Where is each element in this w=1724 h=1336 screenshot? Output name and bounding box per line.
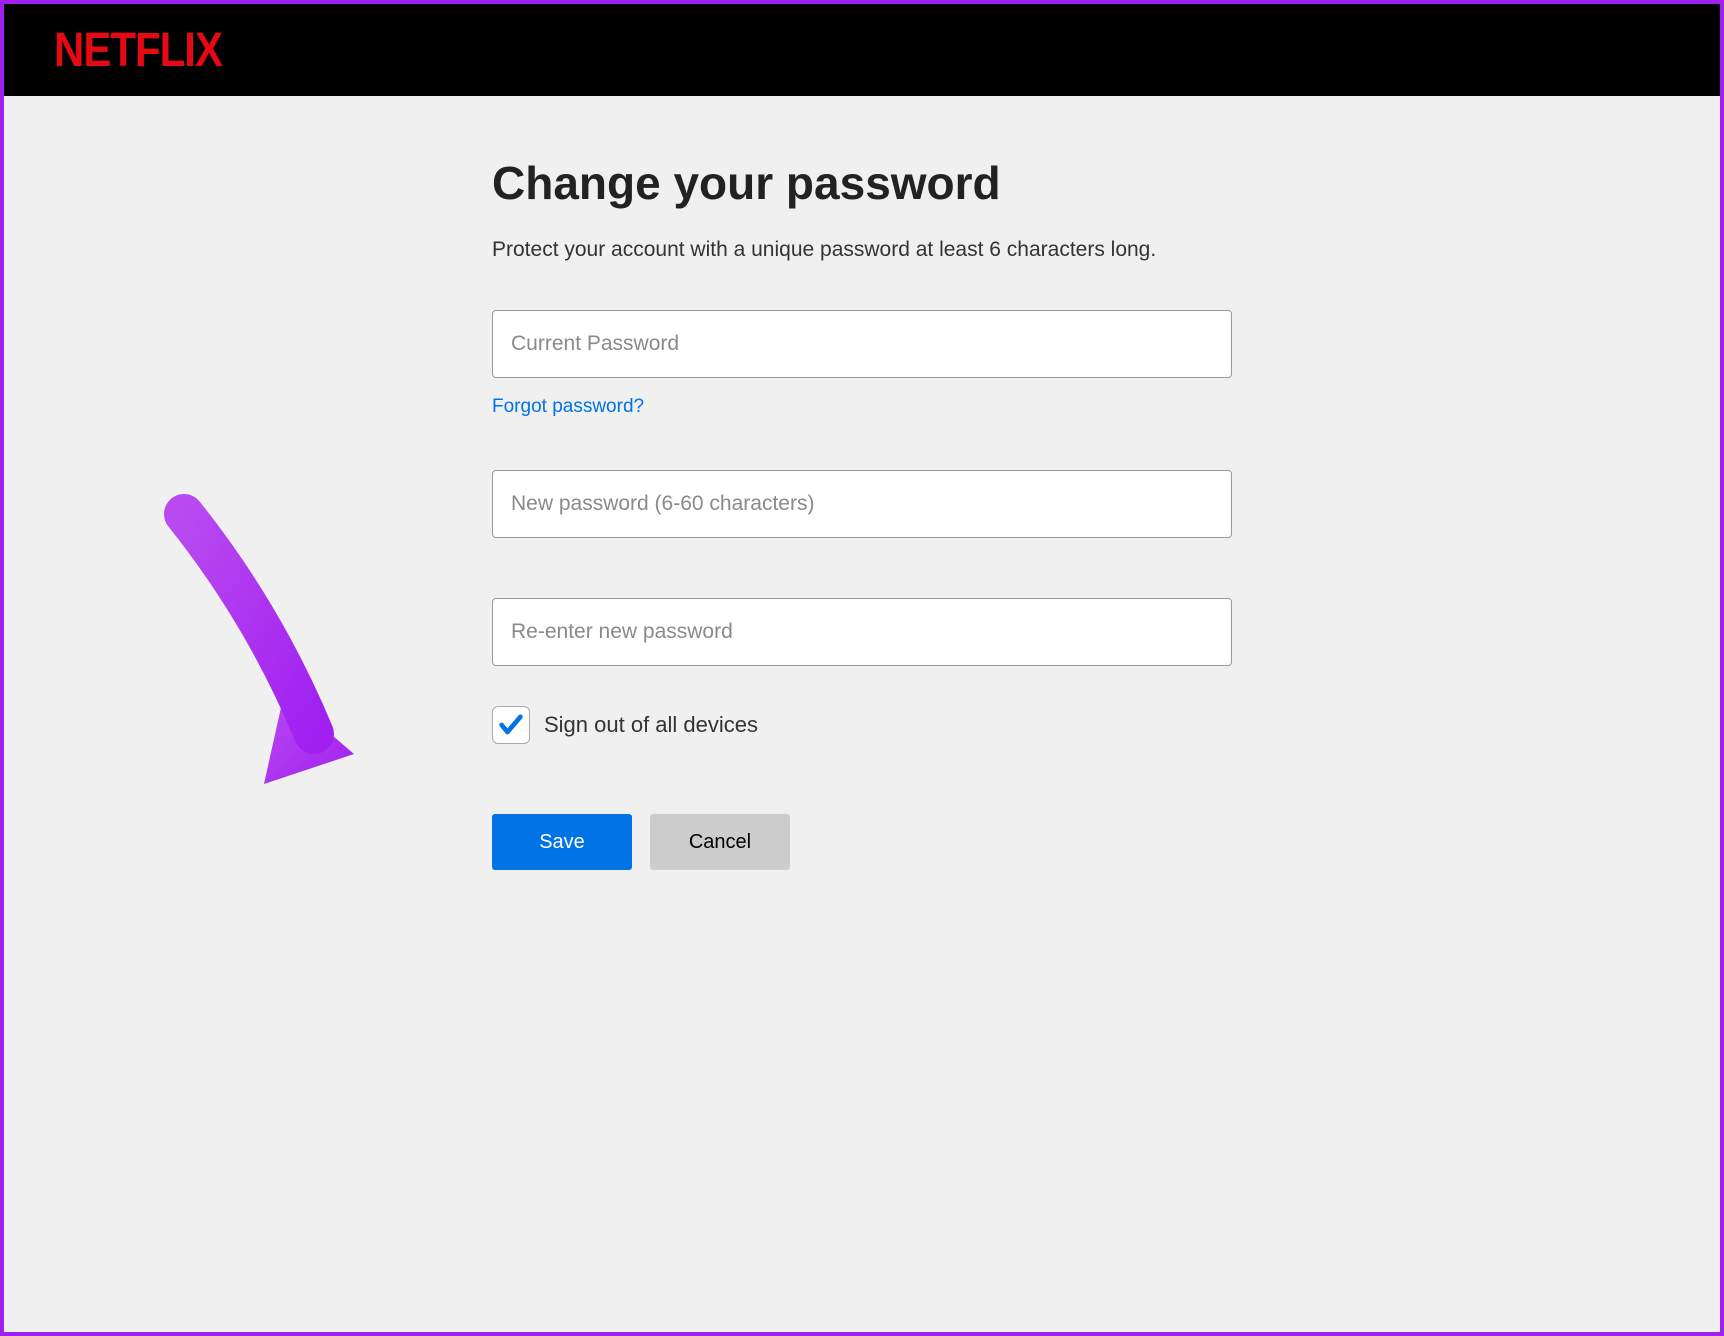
current-password-input[interactable] [492,310,1232,378]
netflix-logo[interactable]: NETFLIX [54,22,222,77]
signout-checkbox-row: Sign out of all devices [492,706,1232,744]
action-buttons: Save Cancel [492,814,1232,870]
current-password-group [492,310,1232,378]
app-header: NETFLIX [4,4,1720,96]
signout-checkbox[interactable] [492,706,530,744]
save-button[interactable]: Save [492,814,632,870]
cancel-button[interactable]: Cancel [650,814,790,870]
forgot-password-link[interactable]: Forgot password? [492,396,644,418]
main-content: Change your password Protect your accoun… [492,96,1232,870]
checkmark-icon [497,711,525,739]
confirm-password-group [492,598,1232,666]
signout-checkbox-label: Sign out of all devices [544,712,758,738]
page-subtitle: Protect your account with a unique passw… [492,238,1232,262]
new-password-group [492,470,1232,538]
confirm-password-input[interactable] [492,598,1232,666]
new-password-input[interactable] [492,470,1232,538]
page-title: Change your password [492,156,1232,210]
annotation-arrow-icon [144,494,384,814]
